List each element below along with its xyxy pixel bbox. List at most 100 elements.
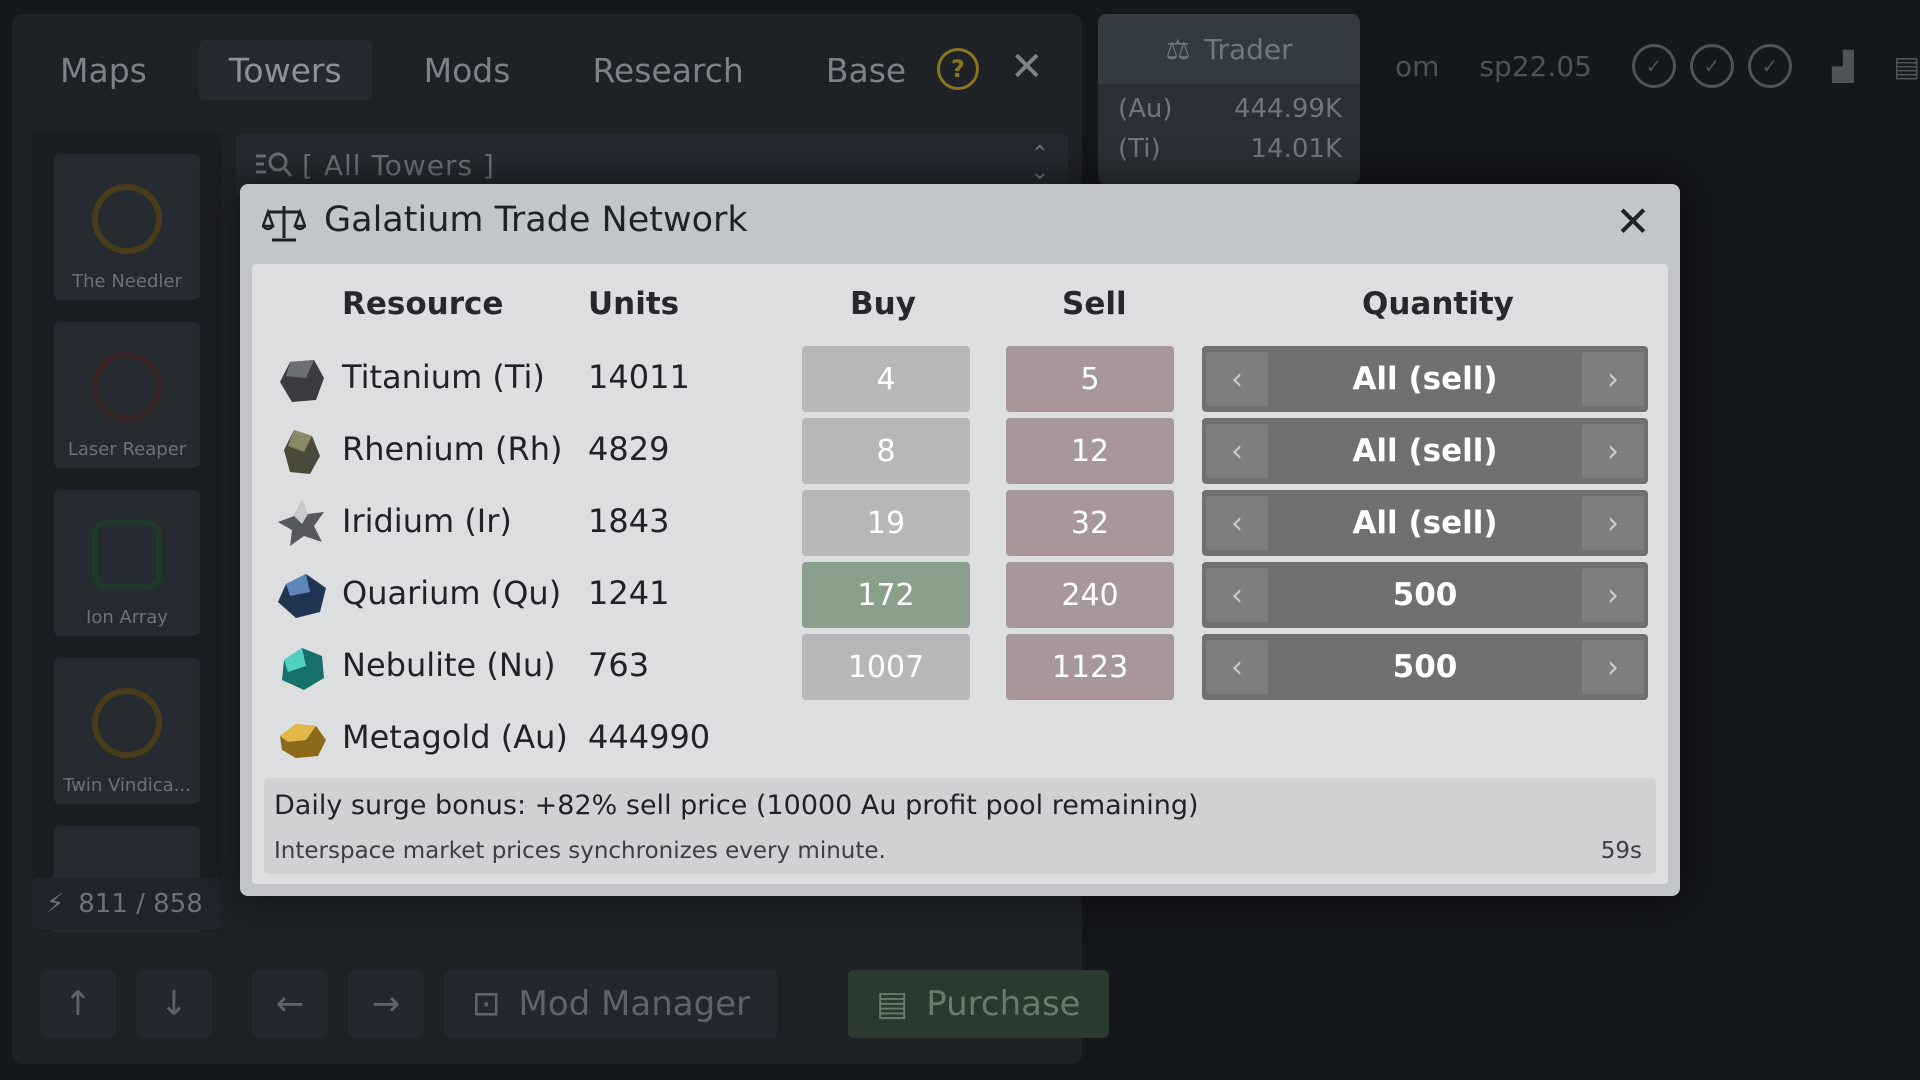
energy-counter: ⚡ 811 / 858 — [32, 878, 222, 930]
trader-button[interactable]: ⚖ Trader — [1098, 14, 1360, 84]
quantity-value: All (sell) — [1352, 433, 1498, 469]
help-icon[interactable]: ? — [937, 48, 979, 90]
buy-button[interactable]: 172 — [802, 562, 970, 628]
quantity-value: All (sell) — [1352, 505, 1498, 541]
buy-button[interactable]: 4 — [802, 346, 970, 412]
chevron-right-icon[interactable]: › — [1582, 568, 1644, 622]
tower-name: Ion Array — [86, 607, 168, 628]
resource-name: Titanium (Ti) — [342, 358, 545, 396]
trader-title: Trader — [1204, 32, 1293, 66]
market-info: Daily surge bonus: +82% sell price (1000… — [264, 778, 1656, 874]
resource-units: 4829 — [588, 430, 670, 468]
sell-button[interactable]: 1123 — [1006, 634, 1174, 700]
sell-button[interactable]: 32 — [1006, 490, 1174, 556]
buy-button[interactable]: 1007 — [802, 634, 970, 700]
tab-research[interactable]: Research — [562, 40, 773, 100]
chevron-left-icon[interactable]: ‹ — [1206, 352, 1268, 406]
chevron-left-icon[interactable]: ‹ — [1206, 424, 1268, 478]
close-icon[interactable]: ✕ — [1010, 44, 1044, 90]
currency-value: 14.01K — [1250, 134, 1342, 164]
sell-button[interactable]: 5 — [1006, 346, 1174, 412]
tower-filter-value: [ All Towers ] — [302, 148, 495, 182]
scale-icon: ⚖ — [1165, 32, 1191, 66]
tower-name: The Needler — [72, 271, 182, 292]
chart-icon[interactable]: ▟ — [1832, 50, 1854, 83]
receipt-icon: ▤ — [876, 984, 909, 1024]
table-row: Nebulite (Nu) 763 1007 1123 ‹ 500 › — [252, 634, 1668, 700]
close-icon[interactable]: ✕ — [1610, 197, 1656, 246]
sync-timer: 59s — [1600, 838, 1642, 864]
mod-icon: ⊡ — [472, 984, 501, 1024]
quantity-value: 500 — [1392, 649, 1458, 685]
table-row: Rhenium (Rh) 4829 8 12 ‹ All (sell) › — [252, 418, 1668, 484]
next-button[interactable]: → — [348, 970, 424, 1038]
resource-units: 763 — [588, 646, 650, 684]
resource-name: Rhenium (Rh) — [342, 430, 563, 468]
quantity-stepper: ‹ All (sell) › — [1202, 346, 1648, 412]
chevron-right-icon[interactable]: › — [1582, 352, 1644, 406]
resource-units: 1843 — [588, 502, 670, 540]
check-icon: ✓ — [1631, 44, 1676, 88]
table-row: Quarium (Qu) 1241 172 240 ‹ 500 › — [252, 562, 1668, 628]
sell-button[interactable]: 240 — [1006, 562, 1174, 628]
purchase-label: Purchase — [926, 984, 1081, 1024]
tab-mods[interactable]: Mods — [394, 40, 541, 100]
tower-image — [92, 352, 162, 422]
move-up-button[interactable]: ↑ — [40, 970, 116, 1038]
sync-info-text: Interspace market prices synchronizes ev… — [274, 838, 886, 864]
iridium-ore-icon — [278, 500, 324, 546]
tower-card[interactable]: Twin Vindica... — [54, 658, 200, 804]
table-row: Iridium (Ir) 1843 19 32 ‹ All (sell) › — [252, 490, 1668, 556]
tower-image — [92, 688, 162, 758]
header-buy: Buy — [850, 286, 916, 322]
version-label: sp22.05 — [1479, 49, 1592, 83]
tab-base[interactable]: Base — [796, 40, 936, 100]
resource-name: Metagold (Au) — [342, 718, 568, 756]
move-down-button[interactable]: ↓ — [136, 970, 212, 1038]
chevron-right-icon[interactable]: › — [1582, 424, 1644, 478]
chevron-left-icon[interactable]: ‹ — [1206, 640, 1268, 694]
chevron-right-icon[interactable]: › — [1582, 496, 1644, 550]
trader-panel: ⚖ Trader (Au) 444.99K (Ti) 14.01K — [1098, 14, 1360, 184]
tab-maps[interactable]: Maps — [30, 40, 177, 100]
trader-balance-row: (Au) 444.99K — [1098, 84, 1360, 124]
resource-units: 444990 — [588, 718, 711, 756]
metagold-nugget-icon — [280, 724, 326, 758]
dialog-title: Galatium Trade Network — [324, 200, 748, 240]
quantity-value: 500 — [1392, 577, 1458, 613]
previous-button[interactable]: ← — [252, 970, 328, 1038]
purchase-button[interactable]: ▤ Purchase — [848, 970, 1109, 1038]
mod-manager-label: Mod Manager — [518, 984, 751, 1024]
trader-balance-row: (Ti) 14.01K — [1098, 124, 1360, 164]
tower-card[interactable]: The Needler — [54, 154, 200, 300]
buy-button[interactable]: 19 — [802, 490, 970, 556]
header-resource: Resource — [342, 286, 504, 322]
quarium-crystal-icon — [278, 574, 326, 618]
chevron-right-icon[interactable]: › — [1582, 640, 1644, 694]
scale-icon — [262, 206, 306, 242]
tower-card[interactable]: Ion Array — [54, 490, 200, 636]
tower-name: Twin Vindica... — [63, 775, 191, 796]
chevron-left-icon[interactable]: ‹ — [1206, 568, 1268, 622]
resource-name: Nebulite (Nu) — [342, 646, 556, 684]
search-icon — [256, 152, 293, 177]
tower-card[interactable]: Laser Reaper — [54, 322, 200, 468]
resource-name: Iridium (Ir) — [342, 502, 512, 540]
tower-image — [92, 520, 162, 590]
table-row: Titanium (Ti) 14011 4 5 ‹ All (sell) › — [252, 346, 1668, 412]
tab-towers[interactable]: Towers — [198, 40, 372, 100]
buy-button[interactable]: 8 — [802, 418, 970, 484]
surge-bonus-text: Daily surge bonus: +82% sell price (1000… — [274, 790, 1199, 821]
mod-manager-button[interactable]: ⊡ Mod Manager — [444, 970, 779, 1038]
chevron-updown-icon: ⌃ ⌄ — [1030, 142, 1050, 185]
nebulite-crystal-icon — [282, 648, 324, 690]
quantity-stepper: ‹ 500 › — [1202, 562, 1648, 628]
titanium-ore-icon — [280, 360, 324, 402]
document-icon[interactable]: ▤ — [1893, 50, 1919, 83]
sell-button[interactable]: 12 — [1006, 418, 1174, 484]
bolt-icon: ⚡ — [46, 889, 65, 919]
quantity-stepper: ‹ 500 › — [1202, 634, 1648, 700]
tower-name: Laser Reaper — [67, 439, 187, 460]
chevron-left-icon[interactable]: ‹ — [1206, 496, 1268, 550]
currency-code: (Ti) — [1118, 134, 1161, 164]
